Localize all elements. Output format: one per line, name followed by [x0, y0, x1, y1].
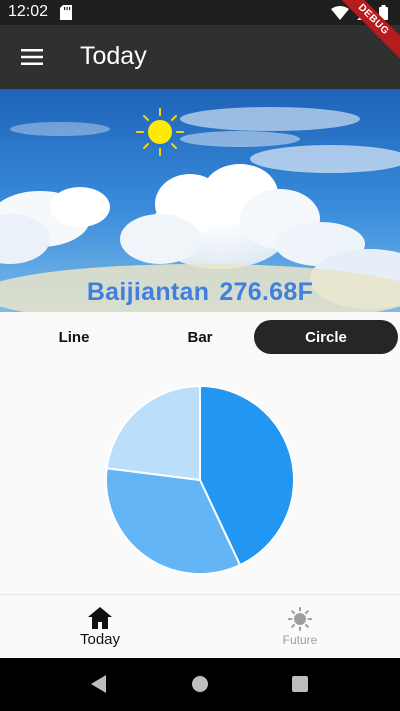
nav-item-today[interactable]: Today	[0, 595, 200, 659]
pie-slice-3	[105, 384, 201, 482]
tab-line-label: Line	[58, 328, 90, 346]
temperature-value: 276.68F	[219, 278, 314, 306]
tab-circle[interactable]: Circle	[254, 320, 398, 354]
tab-bar-label: Bar	[187, 328, 213, 346]
chart-type-tabs: Line Bar Circle	[0, 320, 400, 354]
sd-card-icon	[60, 5, 72, 20]
bottom-navigation: Today Future	[0, 594, 400, 658]
sun-icon	[288, 607, 312, 631]
back-icon[interactable]	[91, 675, 106, 693]
nav-item-future[interactable]: Future	[200, 595, 400, 659]
tab-line[interactable]: Line	[2, 320, 146, 354]
recents-icon[interactable]	[292, 676, 308, 692]
current-weather-summary: Baijiantan 276.68F	[0, 278, 400, 307]
city-name: Baijiantan	[86, 278, 210, 306]
status-bar: 12:02	[0, 0, 400, 25]
home-circle-icon[interactable]	[192, 676, 208, 692]
nav-label-future: Future	[282, 633, 318, 647]
weather-hero-image: Baijiantan 276.68F	[0, 89, 400, 312]
home-icon	[88, 606, 112, 629]
hamburger-menu-icon	[21, 49, 43, 65]
wifi-icon	[331, 5, 349, 20]
app-bar: Today	[0, 25, 400, 89]
chart-area	[0, 370, 400, 590]
pie-chart	[105, 384, 295, 575]
tab-bar[interactable]: Bar	[128, 320, 272, 354]
page-title: Today	[80, 42, 147, 70]
system-navigation-bar	[0, 658, 400, 711]
status-time: 12:02	[8, 3, 49, 20]
sun-graphic	[136, 108, 184, 156]
nav-label-today: Today	[79, 630, 121, 648]
menu-button[interactable]	[14, 39, 50, 75]
tab-circle-label: Circle	[305, 328, 347, 346]
